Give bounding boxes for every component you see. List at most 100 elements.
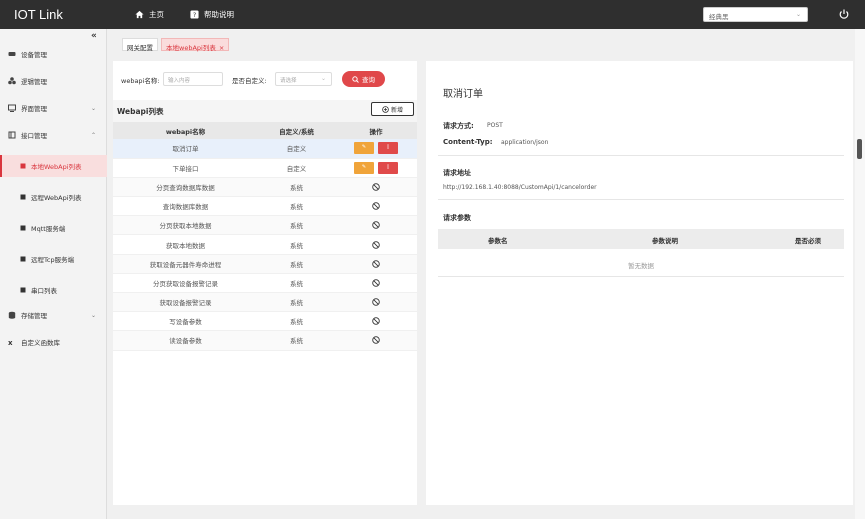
table-row[interactable]: 取消订单 自定义 ✎ ▯ [113,139,417,159]
sidebar-item-device[interactable]: 设备管理 [0,43,107,65]
cell-name: 下单接口 [113,158,258,178]
column-header: 是否必须 [795,237,821,245]
home-icon [135,10,144,19]
name-filter-placeholder: 输入内容 [168,78,191,84]
table-row[interactable]: 下单接口 自定义 ✎ ▯ [113,158,417,178]
params-label: 请求参数 [443,214,471,222]
cell-type: 系统 [258,254,335,274]
delete-button[interactable]: ▯ [378,142,398,155]
collapse-sidebar-icon[interactable]: « [91,31,97,41]
cell-name: 获取本地数据 [113,234,258,255]
dot-icon [20,194,26,200]
sidebar-item-local-webapi[interactable]: 本地WebApi列表 [0,155,107,177]
top-bar: IOT Link 主页 ? 帮助说明 经典黑 ⌄ [0,0,865,29]
divider [438,155,844,156]
add-button[interactable]: 新增 [371,102,414,116]
sidebar-item-label: 接口管理 [21,132,47,140]
column-header: 参数名 [488,237,508,245]
webapi-table: webapi名称 自定义/系统 操作 取消订单 自定义 ✎ ▯ 下单接口 自定义 … [113,122,417,351]
column-header: 自定义/系统 [258,122,335,139]
function-icon: x [8,339,13,346]
monitor-icon [8,104,16,112]
cell-name: 分页查询数据库数据 [113,177,258,198]
empty-state: 暂无数据 [438,249,844,277]
theme-select[interactable]: 经典黑 ⌄ [703,7,808,22]
table-row[interactable]: 获取设备报警记录 系统 [113,292,417,313]
theme-select-value: 经典黑 [709,13,729,21]
tab-label: 本地webApi列表 [166,44,216,52]
custom-filter-label: 是否自定义: [232,77,267,85]
table-row[interactable]: 分页查询数据库数据 系统 [113,177,417,198]
params-table-header: 参数名 参数说明 是否必须 [438,229,844,249]
sidebar-item-label: 界面管理 [21,105,47,113]
trash-icon: ▯ [386,163,390,170]
sidebar-item-serial[interactable]: 串口列表 [0,279,107,301]
table-row[interactable]: 获取本地数据 系统 [113,234,417,255]
cell-actions [335,177,417,198]
sidebar-item-mqtt[interactable]: Mqtt服务端 [0,217,107,239]
divider [438,199,844,200]
cell-name: 获取设备元器件寿命进程 [113,254,258,274]
cell-type: 系统 [258,196,335,217]
nav-help[interactable]: ? 帮助说明 [190,9,234,20]
delete-button[interactable]: ▯ [378,161,398,174]
nav-home[interactable]: 主页 [135,9,164,20]
sidebar-item-storage[interactable]: 存储管理 ⌄ [0,304,107,326]
sidebar-item-label: 设备管理 [21,51,47,59]
cell-name: 分页获取设备报警记录 [113,273,258,294]
chevron-down-icon: ⌄ [320,75,326,82]
cell-name: 取消订单 [113,139,258,159]
chevron-down-icon: ⌄ [91,104,97,112]
ban-icon [372,202,380,210]
close-icon[interactable]: × [219,44,224,52]
url-label: 请求地址 [443,169,471,177]
name-filter-input[interactable]: 输入内容 [163,72,223,86]
ban-icon [372,317,380,326]
chevron-down-icon: ⌄ [795,11,801,18]
sidebar-item-interface[interactable]: 接口管理 ⌃ [0,124,107,146]
query-button[interactable]: 查询 [342,71,385,87]
scrollbar[interactable] [855,29,865,519]
sidebar-item-remote-webapi[interactable]: 远程WebApi列表 [0,186,107,208]
app-title: IOT Link [14,7,63,22]
content-type-value: application/json [501,139,549,146]
scrollbar-thumb[interactable] [857,139,862,159]
sidebar-item-ui[interactable]: 界面管理 ⌄ [0,97,107,119]
edit-icon: ✎ [361,144,367,151]
table-row[interactable]: 查询数据库数据 系统 [113,196,417,217]
sidebar-item-label: 自定义函数库 [21,339,60,347]
chevron-up-icon: ⌃ [91,131,97,139]
cell-name: 获取设备报警记录 [113,292,258,313]
tabs-bar: 网关配置 本地webApi列表 × [108,29,853,59]
edit-button[interactable]: ✎ [354,161,374,174]
sidebar-item-functions[interactable]: x 自定义函数库 [0,331,107,353]
table-row[interactable]: 分页获取设备报警记录 系统 [113,273,417,294]
cell-type: 系统 [258,177,335,198]
dot-icon [20,225,26,231]
table-row[interactable]: 获取设备元器件寿命进程 系统 [113,254,417,274]
name-filter-label: webapi名称: [121,77,160,85]
tab-local-webapi[interactable]: 本地webApi列表 × [161,38,230,52]
nav-home-label: 主页 [149,10,164,19]
edit-button[interactable]: ✎ [354,142,374,155]
sidebar-item-logic[interactable]: 逻辑管理 [0,70,107,92]
table-row[interactable]: 写设备参数 系统 [113,311,417,332]
ban-icon [372,336,380,345]
svg-text:?: ? [193,12,196,19]
ban-icon [372,279,380,287]
sidebar-item-label: 存储管理 [21,312,47,320]
cell-name: 读设备参数 [113,330,258,351]
list-title: Webapi列表 [117,107,164,116]
sidebar-item-remote-tcp[interactable]: 远程Tcp服务端 [0,248,107,270]
custom-filter-select[interactable]: 请选择 ⌄ [275,72,332,86]
storage-icon [8,311,16,319]
detail-panel: 取消订单 请求方式: POST Content-Typ: application… [426,61,853,505]
column-header: 参数说明 [652,237,678,245]
cell-type: 系统 [258,330,335,351]
tab-gateway-config[interactable]: 网关配置 [122,38,158,52]
table-row[interactable]: 读设备参数 系统 [113,330,417,351]
table-row[interactable]: 分页获取本地数据 系统 [113,215,417,236]
power-icon[interactable] [838,8,850,20]
column-header: webapi名称 [113,122,258,139]
method-value: POST [487,122,503,129]
